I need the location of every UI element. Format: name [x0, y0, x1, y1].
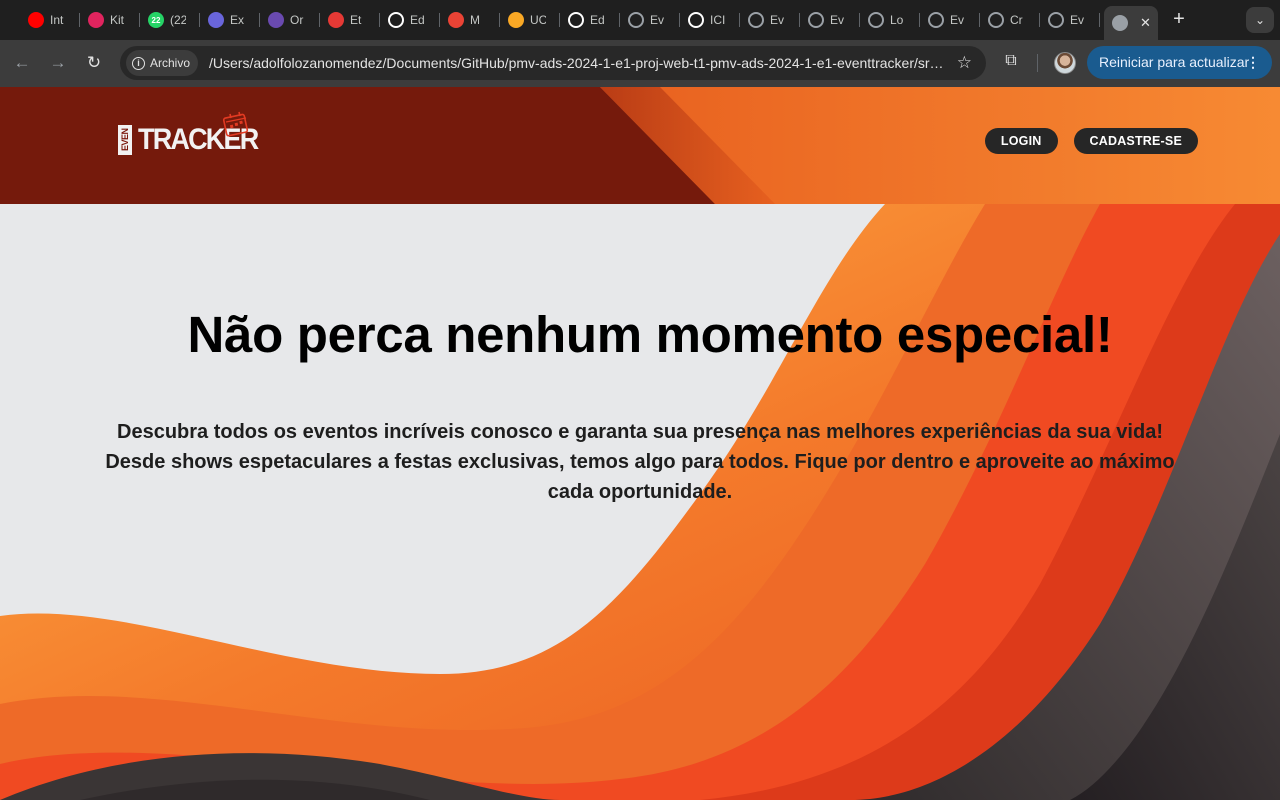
tab-item[interactable]: M: [440, 6, 500, 34]
tab-item[interactable]: Int: [20, 6, 80, 34]
signup-button[interactable]: CADASTRE-SE: [1073, 128, 1198, 154]
tab-title: Ev: [650, 13, 665, 27]
tab-item[interactable]: Ev: [620, 6, 680, 34]
tab-active[interactable]: ✕: [1104, 6, 1158, 40]
tab-item[interactable]: UC: [500, 6, 560, 34]
tab-item[interactable]: Ex: [200, 6, 260, 34]
url-text[interactable]: /Users/adolfolozanomendez/Documents/GitH…: [209, 46, 944, 80]
tab-title: Ev: [770, 13, 785, 27]
info-icon: i: [132, 56, 145, 70]
header-nav: LOGIN CADASTRE-SE: [984, 128, 1198, 154]
site-logo[interactable]: EVEN TRACKER: [118, 109, 259, 159]
tab-item[interactable]: Ed: [560, 6, 620, 34]
extensions-icon[interactable]: ⧉: [1001, 52, 1021, 72]
tab-item[interactable]: Et: [320, 6, 380, 34]
tab-item[interactable]: Ev: [920, 6, 980, 34]
globe-icon: [808, 12, 824, 28]
whatsapp-icon: 22: [148, 12, 164, 28]
tab-item[interactable]: Ev: [800, 6, 860, 34]
address-bar[interactable]: i Archivo /Users/adolfolozanomendez/Docu…: [120, 46, 986, 80]
tab-item[interactable]: ICI: [680, 6, 740, 34]
update-button[interactable]: Reiniciar para actualizar ⋮: [1087, 46, 1272, 79]
tab-item[interactable]: Kit: [80, 6, 140, 34]
tab-strip: Int Kit 22 (22 Ex Or Et Ed M UC Ed Ev ICI Ev Ev Lo Ev Cr E…: [0, 0, 1280, 40]
new-tab-button[interactable]: +: [1168, 8, 1190, 30]
tab-item[interactable]: Cr: [980, 6, 1040, 34]
tab-item[interactable]: Or: [260, 6, 320, 34]
tab-item[interactable]: Ed: [380, 6, 440, 34]
tab-title: UC: [530, 13, 546, 27]
tab-item[interactable]: Ev: [1040, 6, 1100, 34]
tab-title: Ev: [830, 13, 845, 27]
github-icon: [388, 12, 404, 28]
tab-item[interactable]: Lo: [860, 6, 920, 34]
tab-title: Ed: [590, 13, 605, 27]
profile-avatar[interactable]: [1054, 52, 1076, 74]
site-info-chip[interactable]: i Archivo: [126, 50, 199, 76]
globe-icon: [988, 12, 1004, 28]
toolbar-divider: [1037, 54, 1038, 72]
loader-icon: [328, 12, 344, 28]
calendar-icon: [222, 111, 249, 137]
update-button-label: Reiniciar para actualizar: [1099, 54, 1250, 70]
tab-title: Ed: [410, 13, 425, 27]
tab-title: Or: [290, 13, 304, 27]
site-info-label: Archivo: [150, 56, 191, 70]
globe-icon: [868, 12, 884, 28]
tab-title: (22: [170, 13, 186, 27]
gmail-icon: [448, 12, 464, 28]
tab-item[interactable]: 22 (22: [140, 6, 200, 34]
github-icon: [568, 12, 584, 28]
tab-title: Et: [350, 13, 362, 27]
forward-icon[interactable]: →: [47, 52, 69, 74]
globe-icon: [628, 12, 644, 28]
tab-title: Ev: [950, 13, 965, 27]
globe-icon: [748, 12, 764, 28]
menu-kebab-icon[interactable]: ⋮: [1246, 46, 1260, 79]
reload-icon[interactable]: ↻: [83, 52, 105, 74]
tab-title: Int: [50, 13, 64, 27]
tab-title: M: [470, 13, 480, 27]
back-icon[interactable]: ←: [11, 52, 33, 74]
page-content: EVEN TRACKER LOGIN CADASTRE-SE Não perca…: [0, 87, 1280, 800]
globe-icon: [1112, 15, 1128, 31]
globe-icon: [1048, 12, 1064, 28]
kit-icon: [88, 12, 104, 28]
bookmark-star-icon[interactable]: ☆: [957, 46, 972, 80]
tab-item[interactable]: Ev: [740, 6, 800, 34]
excalidraw-icon: [208, 12, 224, 28]
globe-icon: [928, 12, 944, 28]
github-icon: [688, 12, 704, 28]
browser-toolbar: ← → ↻ i Archivo /Users/adolfolozanomende…: [0, 40, 1280, 87]
login-button[interactable]: LOGIN: [984, 128, 1058, 154]
tab-title: Ex: [230, 13, 245, 27]
tab-title: Cr: [1010, 13, 1023, 27]
hero-description: Descubra todos os eventos incríveis cono…: [105, 421, 1175, 503]
tab-title: Kit: [110, 13, 125, 27]
close-tab-icon[interactable]: ✕: [1140, 15, 1151, 31]
hero-title: Não perca nenhum momento especial!: [187, 306, 1113, 363]
uc-icon: [508, 12, 524, 28]
tab-search-button[interactable]: ⌄: [1246, 7, 1274, 33]
bolt-icon: [268, 12, 284, 28]
youtube-icon: [28, 12, 44, 28]
tab-separator: [1099, 13, 1100, 27]
tab-title: Lo: [890, 13, 904, 27]
tab-title: Ev: [1070, 13, 1085, 27]
site-header: EVEN TRACKER LOGIN CADASTRE-SE: [0, 87, 1280, 204]
tab-title: ICI: [710, 13, 726, 27]
logo-small-text: EVEN: [118, 125, 132, 155]
